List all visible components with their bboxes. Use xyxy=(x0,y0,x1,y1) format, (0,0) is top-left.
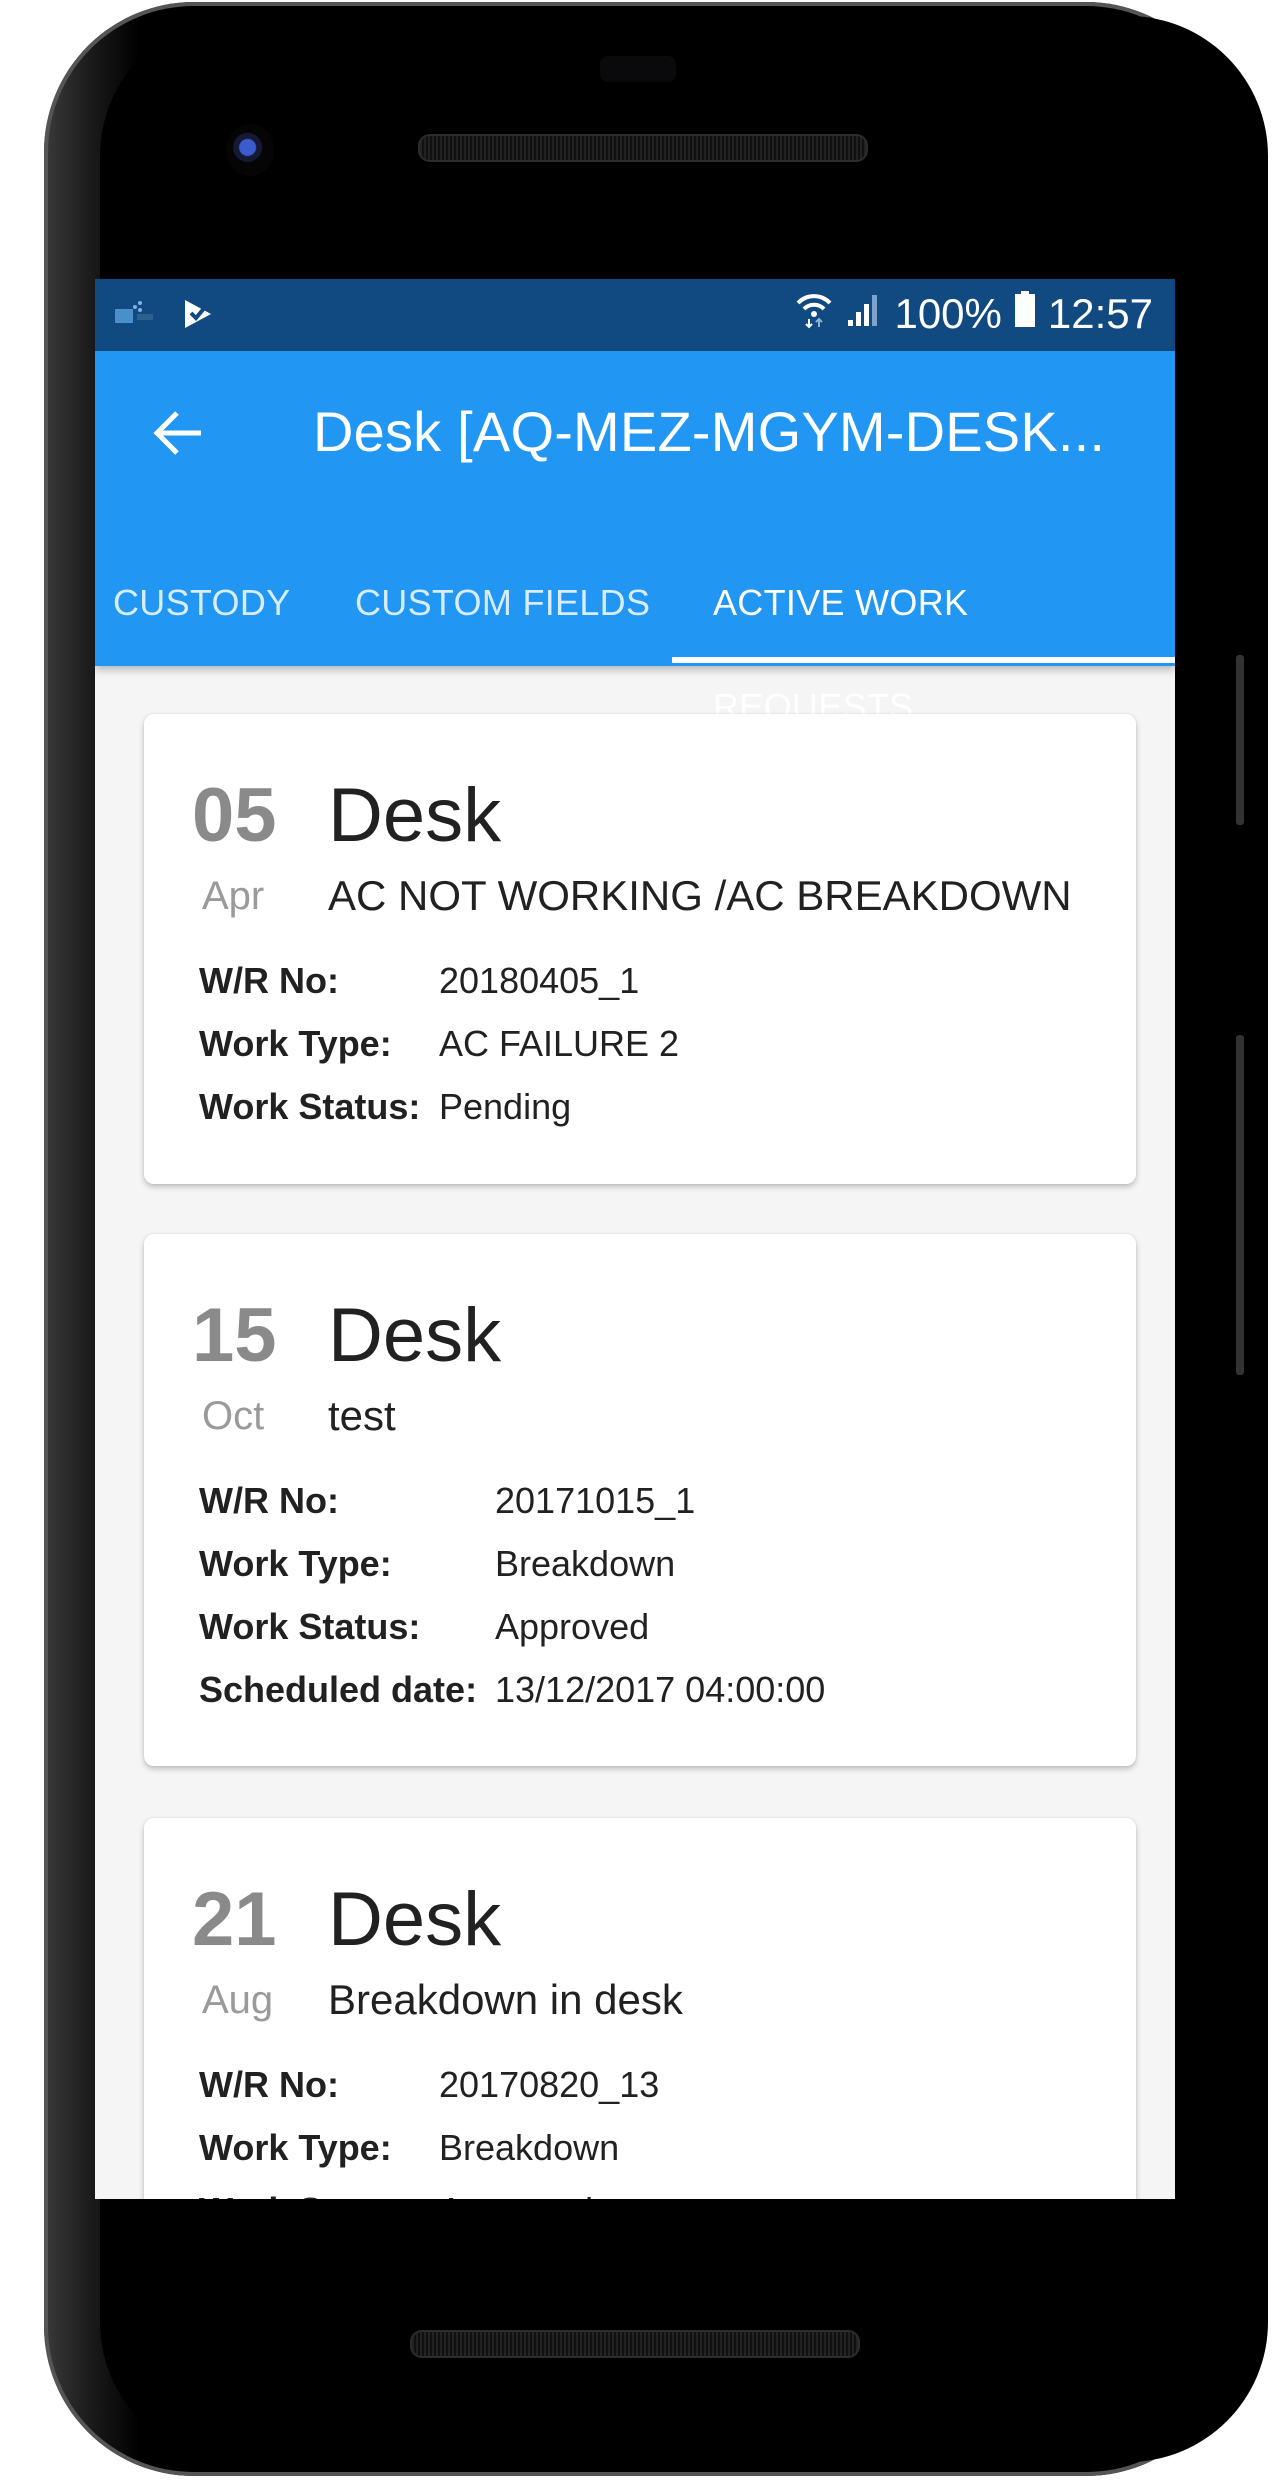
field-row: Work Type: Breakdown xyxy=(199,1543,675,1585)
work-request-card[interactable]: 15 Desk Oct test W/R No: 20171015_1 Work … xyxy=(144,1234,1136,1766)
aladdin-app-icon xyxy=(113,299,155,334)
field-value: Approved xyxy=(495,1606,650,1647)
request-day: 05 xyxy=(192,773,277,858)
field-label: Work Type: xyxy=(199,1023,392,1064)
request-description: test xyxy=(328,1392,396,1439)
field-value: 20171015_1 xyxy=(495,1480,696,1521)
field-label: W/R No: xyxy=(199,960,339,1001)
tab-custom-fields[interactable]: CUSTOM FIELDS xyxy=(355,551,650,666)
field-label: W/R No: xyxy=(199,1480,339,1521)
work-request-card[interactable]: 05 Desk Apr AC NOT WORKING /AC BREAKDOWN… xyxy=(144,714,1136,1184)
tab-active-work-requests[interactable]: ACTIVE WORK REQUESTS xyxy=(713,551,1175,727)
request-asset-name: Desk xyxy=(328,1293,502,1378)
field-value: 20180405_1 xyxy=(439,960,640,1001)
field-row: Work Status: Pending xyxy=(199,1086,571,1128)
field-row: Scheduled date: 13/12/2017 04:00:00 xyxy=(199,1669,825,1711)
field-value: Breakdown xyxy=(439,2127,620,2168)
work-request-card[interactable]: 21 Desk Aug Breakdown in desk W/R No: 201… xyxy=(144,1818,1136,2199)
active-tab-indicator xyxy=(672,657,1175,663)
play-store-icon xyxy=(181,297,215,336)
field-label: Work Type: xyxy=(199,2127,392,2168)
field-label: Scheduled date: xyxy=(199,1669,478,1710)
request-month: Oct xyxy=(202,1394,265,1438)
field-row: Work Status: Approved xyxy=(199,1606,649,1648)
tab-bar: CUSTODY CUSTOM FIELDS ACTIVE WORK REQUES… xyxy=(95,551,1175,727)
back-button[interactable] xyxy=(149,403,209,463)
field-value: Pending xyxy=(439,1086,572,1127)
arrow-left-icon xyxy=(153,411,201,455)
field-label: Work Status: xyxy=(199,1606,421,1647)
status-bar: 100% 12:57 xyxy=(95,279,1175,351)
request-description: AC NOT WORKING /AC BREAKDOWN xyxy=(328,872,1072,919)
field-row: W/R No: 20170820_13 xyxy=(199,2064,659,2106)
proximity-sensor xyxy=(600,56,676,82)
volume-rocker xyxy=(1236,1035,1244,1375)
request-month: Aug xyxy=(202,1978,274,2022)
field-row: Work Status: Approved xyxy=(199,2190,593,2199)
field-row: W/R No: 20171015_1 xyxy=(199,1480,695,1522)
request-day: 21 xyxy=(192,1877,277,1962)
request-asset-name: Desk xyxy=(328,773,502,858)
front-camera-icon xyxy=(226,124,274,176)
page-title: Desk [AQ-MEZ-MGYM-DESK... xyxy=(313,400,1106,463)
app-bar: Desk [AQ-MEZ-MGYM-DESK... CUSTODY CUSTOM… xyxy=(95,351,1175,727)
earpiece-speaker xyxy=(418,134,868,162)
bottom-speaker xyxy=(410,2330,860,2358)
signal-icon xyxy=(846,290,882,338)
field-value: Breakdown xyxy=(495,1543,676,1584)
field-label: Work Status: xyxy=(199,1086,421,1127)
field-label: Work Type: xyxy=(199,1543,392,1584)
field-value: Approved xyxy=(439,2190,593,2199)
field-label: W/R No: xyxy=(199,2064,339,2105)
request-month: Apr xyxy=(202,874,265,918)
screen: 100% 12:57 Desk [AQ-MEZ-MGYM-DESK... CUS… xyxy=(95,279,1175,2199)
field-row: W/R No: 20180405_1 xyxy=(199,960,639,1002)
field-row: Work Type: Breakdown xyxy=(199,2127,619,2169)
request-day: 15 xyxy=(192,1293,277,1378)
field-row: Work Type: AC FAILURE 2 xyxy=(199,1023,679,1065)
field-value: 20170820_13 xyxy=(439,2064,660,2105)
power-button xyxy=(1236,655,1244,825)
battery-icon xyxy=(1014,290,1036,338)
field-label: Work Status: xyxy=(199,2190,420,2199)
field-value: 13/12/2017 04:00:00 xyxy=(495,1669,826,1710)
battery-percent: 100% xyxy=(894,290,1002,337)
tab-custody[interactable]: CUSTODY xyxy=(113,551,290,666)
request-asset-name: Desk xyxy=(328,1877,502,1962)
request-description: Breakdown in desk xyxy=(328,1976,683,2023)
field-value: AC FAILURE 2 xyxy=(439,1023,680,1064)
clock: 12:57 xyxy=(1047,290,1153,337)
wifi-icon xyxy=(794,289,834,339)
work-request-list: 05 Desk Apr AC NOT WORKING /AC BREAKDOWN… xyxy=(95,666,1175,2199)
